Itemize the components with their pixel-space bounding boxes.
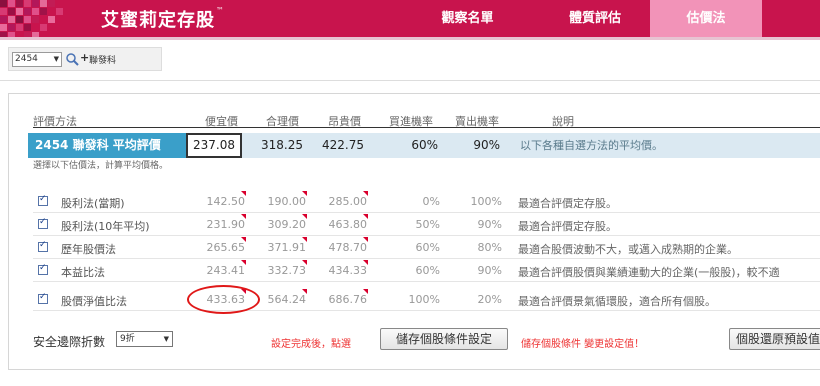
fair-value[interactable]: 371.91 xyxy=(262,237,307,254)
method-checkbox[interactable] xyxy=(38,263,48,275)
cheap-value[interactable]: 142.50 xyxy=(203,191,246,208)
method-desc: 最適合評價股價與業績連動大的企業(一般股)，較不適 xyxy=(518,266,780,279)
sell-prob: 20% xyxy=(477,293,502,306)
method-row: 股利法(當期) 142.50 190.00 285.00 0% 100% 最適合… xyxy=(33,191,820,213)
buy-prob: 100% xyxy=(408,293,440,306)
header-divider xyxy=(33,127,820,128)
restore-default-button[interactable]: 個股還原預設值 xyxy=(729,328,820,350)
average-fair: 318.25 xyxy=(261,138,303,152)
highlight-circle xyxy=(187,285,260,314)
method-checkbox[interactable] xyxy=(38,240,48,252)
cheap-value[interactable]: 265.65 xyxy=(203,237,246,254)
method-row: 股利法(10年平均) 231.90 309.20 463.80 50% 90% … xyxy=(33,214,820,236)
nav-watchlist[interactable]: 觀察名單 xyxy=(395,0,540,37)
sell-prob: 90% xyxy=(477,218,502,231)
method-label: 股利法(當期) xyxy=(61,197,125,210)
save-hint: 儲存個股條件 變更設定值！ xyxy=(521,339,645,350)
buy-prob: 0% xyxy=(422,195,440,208)
buy-prob: 50% xyxy=(415,218,440,231)
method-desc: 最適合評價定存股。 xyxy=(518,197,617,210)
expensive-value[interactable]: 463.80 xyxy=(323,214,368,231)
nav-valuation[interactable]: 估價法 xyxy=(650,0,762,37)
method-label: 本益比法 xyxy=(61,266,105,279)
average-buy-prob: 60% xyxy=(411,138,438,152)
method-desc: 最適合評價景氣循環股，適合所有個股。 xyxy=(518,295,716,308)
expensive-value[interactable]: 434.33 xyxy=(323,260,368,277)
method-desc: 最適合評價定存股。 xyxy=(518,220,617,233)
fair-value[interactable]: 190.00 xyxy=(262,191,307,208)
dropdown-icon[interactable]: ▼ xyxy=(54,53,59,66)
method-checkbox[interactable] xyxy=(38,194,48,206)
average-cheap: 237.08 xyxy=(186,133,242,158)
average-desc: 以下各種自選方法的平均價。 xyxy=(520,139,663,152)
subbar xyxy=(0,37,820,40)
expensive-value[interactable]: 686.76 xyxy=(323,289,368,306)
fair-value[interactable]: 332.73 xyxy=(262,260,307,277)
method-label: 歷年股價法 xyxy=(61,243,116,256)
dropdown-icon[interactable]: ▼ xyxy=(164,332,169,346)
average-row: 2454 聯發科 平均評價 237.08 318.25 422.75 60% 9… xyxy=(28,133,820,158)
buy-prob: 60% xyxy=(415,264,440,277)
sell-prob: 80% xyxy=(477,241,502,254)
expensive-value[interactable]: 478.70 xyxy=(323,237,368,254)
method-row: 股價淨值比法 433.63 564.24 686.76 100% 20% 最適合… xyxy=(33,289,820,311)
method-checkbox[interactable] xyxy=(38,292,48,304)
cheap-value[interactable]: 231.90 xyxy=(203,214,246,231)
safety-margin-select[interactable]: 9折 ▼ xyxy=(116,331,173,347)
sell-prob: 100% xyxy=(470,195,502,208)
brand-title[interactable]: 艾蜜莉定存股™ xyxy=(101,6,225,32)
top-navigation-bar: 艾蜜莉定存股™ 觀察名單 體質評估 估價法 xyxy=(0,0,820,37)
average-label: 2454 聯發科 平均評價 xyxy=(28,133,186,158)
save-settings-button[interactable]: 儲存個股條件設定 xyxy=(380,328,508,350)
search-icon[interactable] xyxy=(65,52,79,67)
stock-code-input[interactable]: 2454 ▼ xyxy=(12,52,62,67)
fair-value[interactable]: 309.20 xyxy=(262,214,307,231)
method-desc: 最適合股價波動不大，或邁入成熟期的企業。 xyxy=(518,243,738,256)
safety-margin-label: 安全邊際折數 xyxy=(33,335,106,349)
expensive-value[interactable]: 285.00 xyxy=(323,191,368,208)
plus-icon[interactable]: + xyxy=(80,51,89,64)
divider xyxy=(0,80,820,81)
stock-name: 聯發科 xyxy=(89,56,117,66)
logo-pattern xyxy=(0,0,70,37)
done-hint: 設定完成後，點選 xyxy=(271,339,351,350)
method-checkbox[interactable] xyxy=(38,217,48,229)
method-label: 股價淨值比法 xyxy=(61,295,127,308)
average-sell-prob: 90% xyxy=(473,138,500,152)
buy-prob: 60% xyxy=(415,241,440,254)
method-label: 股利法(10年平均) xyxy=(61,220,150,233)
nav-health-check[interactable]: 體質評估 xyxy=(540,0,650,37)
sell-prob: 90% xyxy=(477,264,502,277)
cheap-value[interactable]: 243.41 xyxy=(203,260,246,277)
selection-note: 選擇以下估價法，計算平均價格。 xyxy=(33,161,169,171)
method-row: 歷年股價法 265.65 371.91 478.70 60% 80% 最適合股價… xyxy=(33,237,820,259)
stock-selector: 2454 ▼ + 聯發科 xyxy=(8,47,162,71)
fair-value[interactable]: 564.24 xyxy=(262,289,307,306)
method-row: 本益比法 243.41 332.73 434.33 60% 90% 最適合評價股… xyxy=(33,260,820,282)
average-expensive: 422.75 xyxy=(322,138,364,152)
